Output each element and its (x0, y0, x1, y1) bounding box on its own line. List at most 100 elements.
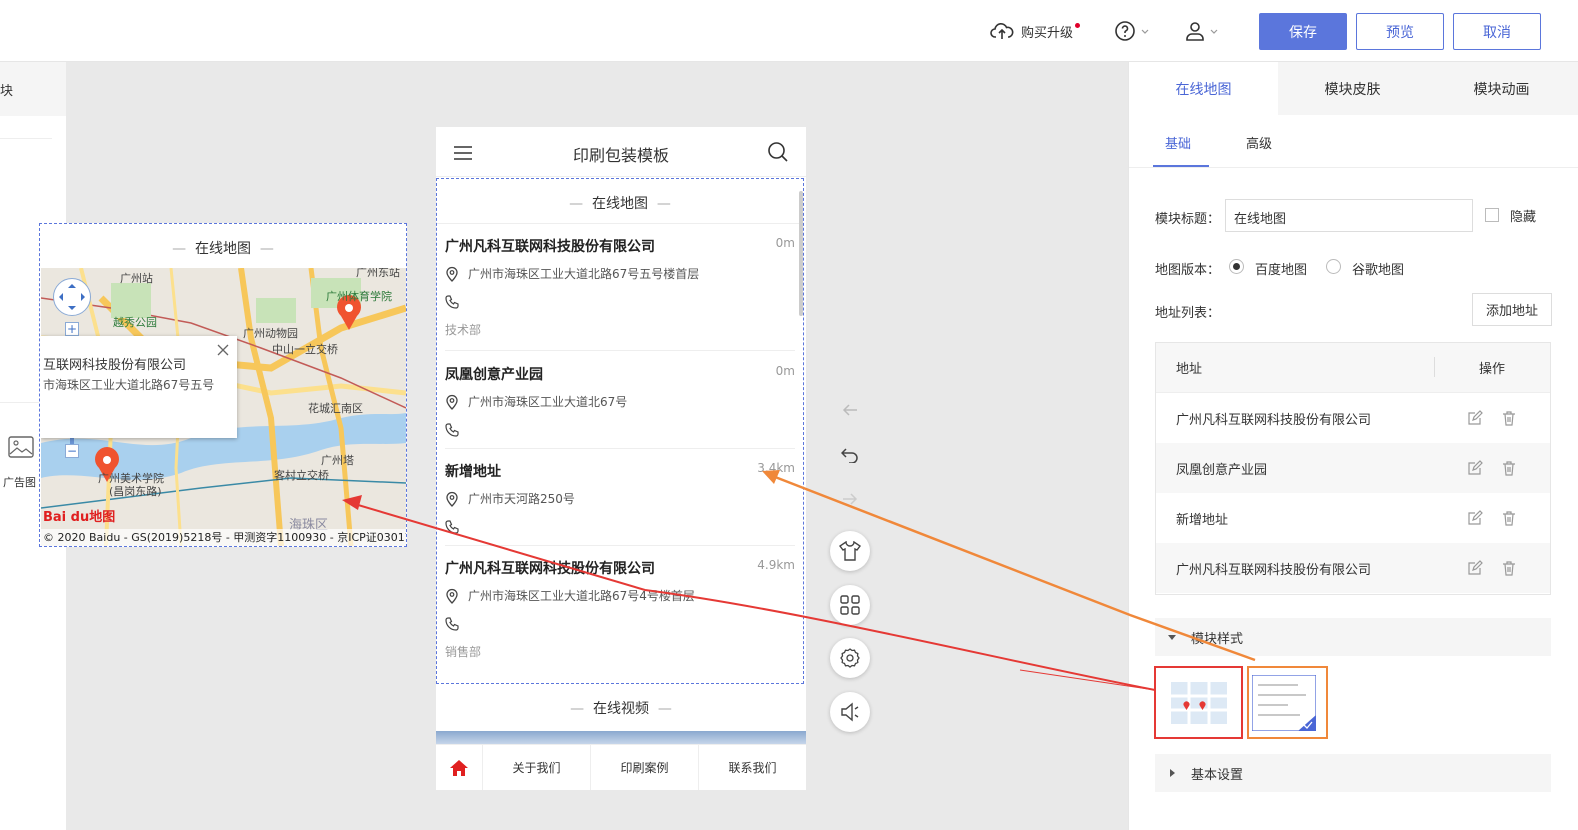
arrow-left-icon[interactable] (842, 403, 858, 417)
map-version-label: 地图版本： (1155, 263, 1221, 278)
list-style-thumbnail (1252, 675, 1316, 731)
video-section-title: — 在线视频 — (570, 701, 672, 717)
address-list-label: 地址列表： (1155, 306, 1221, 321)
module-title-input[interactable]: 在线地图 (1225, 199, 1473, 232)
trash-icon[interactable] (1501, 560, 1517, 576)
chevron-down-icon (1141, 29, 1149, 34)
map-place: 广州动物园 (243, 327, 298, 340)
video-thumbnail[interactable] (436, 731, 806, 744)
address-text: 广州市海珠区工业大道北67号 (468, 395, 628, 409)
user-menu[interactable] (1185, 18, 1219, 44)
list-item[interactable]: 凤凰创意产业园 0m 广州市海珠区工业大道北67号 (445, 352, 795, 449)
close-icon[interactable] (217, 344, 229, 356)
table-cell-address: 新增地址 (1176, 512, 1229, 528)
map-preview-title-text: 在线地图 (195, 241, 251, 257)
subtab-basic[interactable]: 基础 (1165, 133, 1191, 152)
left-tab-partial[interactable]: 块 (0, 62, 66, 116)
panel-subtabs: 基础 高级 (1129, 115, 1578, 168)
undo-icon[interactable] (841, 447, 859, 463)
trash-icon[interactable] (1501, 460, 1517, 476)
location-pin-icon (446, 266, 458, 282)
map-info-window: 互联网科技股份有限公司 市海珠区工业大道北路67号五号 (41, 336, 237, 438)
zoom-in-icon[interactable]: + (65, 322, 79, 336)
address-name: 广州凡科互联网科技股份有限公司 (445, 561, 655, 577)
phone-icon (445, 520, 459, 534)
edit-icon[interactable] (1467, 460, 1483, 476)
map-style-thumbnail (1171, 682, 1227, 724)
help-menu[interactable] (1114, 18, 1150, 44)
hide-label: 隐藏 (1510, 210, 1537, 225)
map-preview-title: — 在线地图 — (172, 241, 274, 257)
edit-icon[interactable] (1467, 410, 1483, 426)
radio-google-label: 谷歌地图 (1352, 263, 1405, 278)
style-option-list[interactable] (1247, 666, 1328, 739)
edit-icon[interactable] (1467, 510, 1483, 526)
add-address-button[interactable]: 添加地址 (1472, 293, 1552, 326)
map-place: 客村立交桥 (274, 469, 329, 482)
divider (1434, 357, 1435, 377)
map-canvas[interactable]: 广州站 广州东站 越秀公园 广州体育学院 广州动物园 中山一立交桥 花城汇南区 … (41, 268, 406, 546)
address-distance: 0m (775, 236, 795, 250)
map-place: 广州塔 (321, 454, 354, 467)
redo-icon[interactable] (842, 492, 858, 506)
bottom-tabbar: 关于我们 印刷案例 联系我们 (436, 744, 806, 790)
upgrade-button[interactable]: 购买升级 (990, 18, 1081, 44)
save-button[interactable]: 保存 (1259, 13, 1347, 50)
style-option-map[interactable] (1154, 666, 1243, 739)
list-item[interactable]: 广州凡科互联网科技股份有限公司 0m 广州市海珠区工业大道北路67号五号楼首层 … (445, 224, 795, 351)
zoom-out-icon[interactable]: − (65, 444, 79, 458)
table-row[interactable]: 广州凡科互联网科技股份有限公司 (1156, 543, 1550, 593)
table-row[interactable]: 凤凰创意产业园 (1156, 443, 1550, 493)
tab-module-skin[interactable]: 模块皮肤 (1278, 62, 1427, 115)
preview-button[interactable]: 预览 (1356, 13, 1444, 50)
table-row[interactable]: 广州凡科互联网科技股份有限公司 (1156, 393, 1550, 443)
baidu-logo: Bai du地图 (43, 510, 116, 525)
skin-tool-button[interactable] (830, 531, 870, 571)
trash-icon[interactable] (1501, 410, 1517, 426)
hide-checkbox[interactable] (1485, 208, 1499, 222)
address-text: 广州市天河路250号 (468, 492, 575, 506)
radio-google-map[interactable] (1326, 259, 1341, 274)
music-tool-button[interactable] (830, 692, 870, 732)
basic-settings-section[interactable]: 基本设置 (1155, 754, 1551, 792)
map-module[interactable]: — 在线地图 — 广州凡科互联网科技股份有限公司 0m 广州市海珠区工业大道北路… (436, 178, 804, 684)
location-pin-icon (446, 588, 458, 604)
address-row: 广州市海珠区工业大道北67号 (445, 393, 627, 410)
address-row: 广州市海珠区工业大道北路67号五号楼首层 (445, 265, 699, 282)
module-style-section[interactable]: 模块样式 (1155, 618, 1551, 656)
caret-down-icon (1168, 635, 1176, 640)
info-window-title: 互联网科技股份有限公司 (43, 358, 187, 373)
scrollbar[interactable] (799, 191, 803, 316)
panel-tabs: 在线地图 模块皮肤 模块动画 (1129, 62, 1578, 115)
tab-cases[interactable]: 印刷案例 (590, 745, 698, 790)
trash-icon[interactable] (1501, 510, 1517, 526)
tab-online-map[interactable]: 在线地图 (1129, 62, 1278, 115)
ad-image-label: 广告图 (3, 476, 36, 489)
modules-tool-button[interactable] (830, 585, 870, 625)
module-style-label: 模块样式 (1191, 631, 1244, 647)
cloud-upload-icon (990, 23, 1014, 39)
tab-about[interactable]: 关于我们 (482, 745, 590, 790)
map-pan-control[interactable] (53, 278, 91, 316)
table-row[interactable]: 新增地址 (1156, 493, 1550, 543)
address-dept: 销售部 (445, 645, 482, 659)
phone-icon (445, 617, 459, 631)
map-section-title: — 在线地图 — (569, 196, 671, 212)
cancel-button[interactable]: 取消 (1453, 13, 1541, 50)
list-item[interactable]: 广州凡科互联网科技股份有限公司 4.9km 广州市海珠区工业大道北路67号4号楼… (445, 546, 795, 673)
table-cell-address: 广州凡科互联网科技股份有限公司 (1176, 562, 1372, 578)
tab-module-animation[interactable]: 模块动画 (1427, 62, 1576, 115)
radio-baidu-map[interactable] (1229, 259, 1244, 274)
grid-icon (840, 595, 860, 615)
subtab-advanced[interactable]: 高级 (1246, 133, 1272, 152)
subtab-indicator (1153, 165, 1209, 167)
edit-icon[interactable] (1467, 560, 1483, 576)
settings-tool-button[interactable] (830, 638, 870, 678)
address-name: 凤凰创意产业园 (445, 367, 543, 383)
map-copyright: © 2020 Baidu - GS(2019)5218号 - 甲测资字11009… (41, 529, 406, 546)
list-item[interactable]: 新增地址 3.4km 广州市天河路250号 (445, 449, 795, 546)
home-tab[interactable] (436, 745, 482, 790)
search-icon[interactable] (767, 141, 789, 163)
tab-contact[interactable]: 联系我们 (698, 745, 806, 790)
help-icon (1115, 21, 1135, 41)
